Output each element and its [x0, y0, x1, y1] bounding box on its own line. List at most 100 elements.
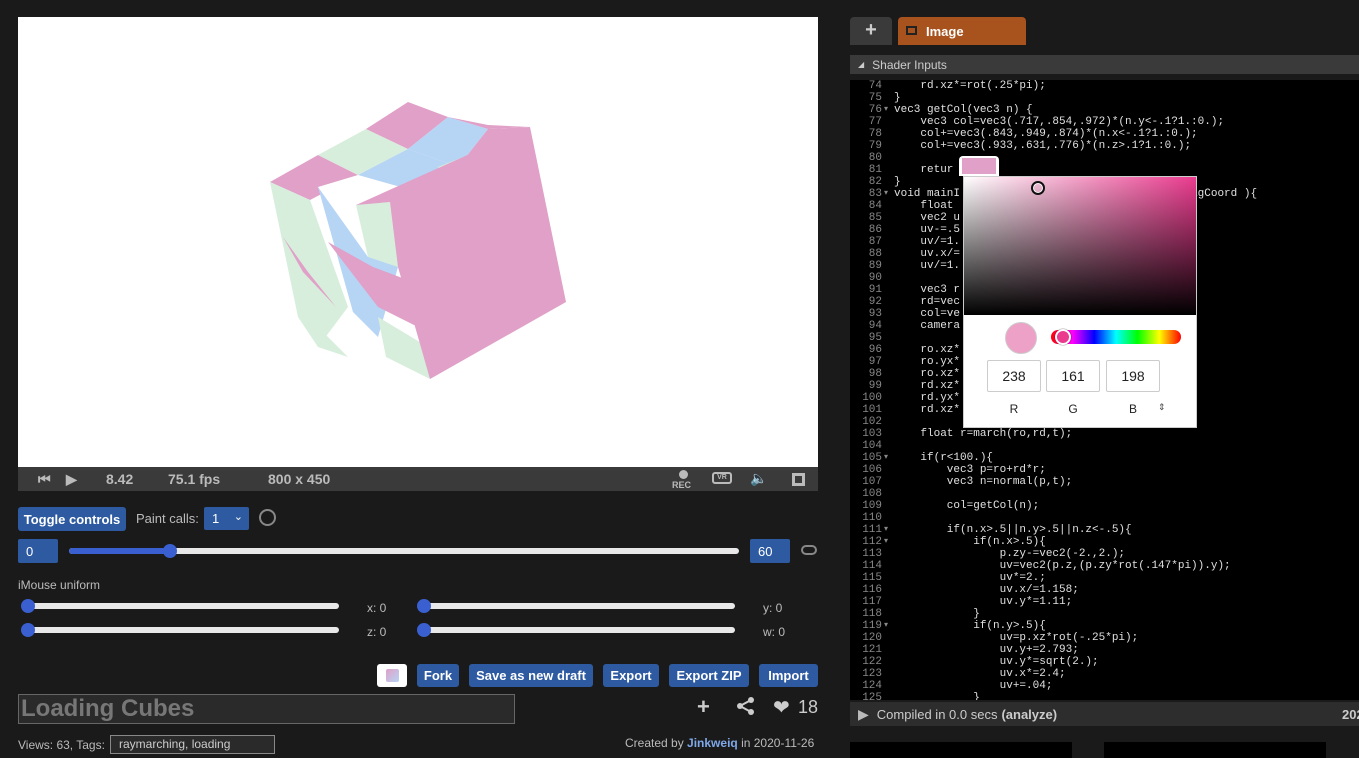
paint-calls-select[interactable]: 1 ⌄: [204, 507, 249, 530]
export-zip-button[interactable]: Export ZIP: [669, 664, 749, 687]
share-icon[interactable]: [736, 696, 756, 716]
record-button[interactable]: REC: [672, 469, 692, 490]
play-icon[interactable]: ▶: [66, 471, 77, 488]
code-line[interactable]: 120 uv=p.xz*rot(-.25*pi);: [850, 632, 1359, 644]
fold-marker[interactable]: [884, 632, 894, 644]
fold-marker[interactable]: [884, 416, 894, 428]
mouse-z-thumb[interactable]: [21, 623, 35, 637]
fold-marker[interactable]: ▾: [884, 620, 894, 632]
fold-marker[interactable]: [884, 488, 894, 500]
code-line[interactable]: 74 rd.xz*=rot(.25*pi);: [850, 80, 1359, 92]
saturation-cursor[interactable]: [1031, 181, 1045, 195]
code-line[interactable]: 121 uv.y+=2.793;: [850, 644, 1359, 656]
fold-marker[interactable]: [884, 668, 894, 680]
mouse-w-slider[interactable]: [417, 623, 735, 637]
fold-marker[interactable]: [884, 356, 894, 368]
fold-marker[interactable]: ▾: [884, 536, 894, 548]
fork-button[interactable]: Fork: [417, 664, 459, 687]
author-link[interactable]: Jinkweiq: [687, 736, 738, 750]
code-line[interactable]: 105 ▾ if(r<100.){: [850, 452, 1359, 464]
blue-input[interactable]: 198: [1106, 360, 1160, 392]
shader-canvas[interactable]: [18, 17, 818, 467]
code-line[interactable]: 111 ▾ if(n.x>.5||n.y>.5||n.z<-.5){: [850, 524, 1359, 536]
fold-marker[interactable]: [884, 176, 894, 188]
tags-field[interactable]: raymarching, loading: [110, 735, 275, 754]
green-input[interactable]: 161: [1046, 360, 1100, 392]
shader-title-input[interactable]: Loading Cubes: [18, 694, 515, 724]
code-line[interactable]: 77 vec3 col=vec3(.717,.854,.972)*(n.y<-.…: [850, 116, 1359, 128]
fold-marker[interactable]: [884, 212, 894, 224]
fold-marker[interactable]: [884, 272, 894, 284]
fold-marker[interactable]: [884, 92, 894, 104]
code-line[interactable]: 109 col=getCol(n);: [850, 500, 1359, 512]
fold-marker[interactable]: [884, 116, 894, 128]
fold-marker[interactable]: ▾: [884, 188, 894, 200]
code-line[interactable]: 119 ▾ if(n.y>.5){: [850, 620, 1359, 632]
fold-marker[interactable]: [884, 164, 894, 176]
fold-marker[interactable]: [884, 560, 894, 572]
fold-marker[interactable]: [884, 608, 894, 620]
fold-marker[interactable]: [884, 692, 894, 700]
mouse-x-slider[interactable]: [21, 599, 339, 613]
code-line[interactable]: 117 uv.y*=1.11;: [850, 596, 1359, 608]
rewind-icon[interactable]: ⏮: [38, 471, 51, 488]
time-range-thumb[interactable]: [162, 544, 177, 558]
fold-marker[interactable]: [884, 260, 894, 272]
range-start-field[interactable]: 0: [18, 539, 58, 563]
heart-icon[interactable]: ❤: [773, 695, 790, 720]
code-line[interactable]: 125 }: [850, 692, 1359, 700]
fold-marker[interactable]: [884, 152, 894, 164]
mouse-w-thumb[interactable]: [417, 623, 431, 637]
fold-marker[interactable]: [884, 476, 894, 488]
stopwatch-icon[interactable]: [259, 509, 276, 526]
range-end-field[interactable]: 60: [750, 539, 790, 563]
mouse-z-slider[interactable]: [21, 623, 339, 637]
add-icon[interactable]: +: [697, 694, 710, 720]
add-tab-button[interactable]: +: [850, 17, 892, 45]
code-line[interactable]: 113 p.zy-=vec2(-2.,2.);: [850, 548, 1359, 560]
color-picker[interactable]: 238 161 198 R G B ⇕: [963, 176, 1197, 428]
code-line[interactable]: 114 uv=vec2(p.z,(p.zy*rot(.147*pi)).y);: [850, 560, 1359, 572]
fold-marker[interactable]: [884, 128, 894, 140]
save-draft-button[interactable]: Save as new draft: [469, 664, 593, 687]
fullscreen-icon[interactable]: [792, 473, 805, 486]
fold-marker[interactable]: ▾: [884, 524, 894, 536]
code-line[interactable]: 116 uv.x/=1.158;: [850, 584, 1359, 596]
code-line[interactable]: 108: [850, 488, 1359, 500]
fold-marker[interactable]: [884, 332, 894, 344]
code-line[interactable]: 79 col+=vec3(.933,.631,.776)*(n.z>.1?1.:…: [850, 140, 1359, 152]
mode-toggle-icon[interactable]: ⇕: [1158, 402, 1166, 413]
export-button[interactable]: Export: [603, 664, 659, 687]
code-line[interactable]: 122 uv.y*=sqrt(2.);: [850, 656, 1359, 668]
fold-marker[interactable]: [884, 284, 894, 296]
tab-image[interactable]: Image: [898, 17, 1026, 45]
fold-marker[interactable]: [884, 464, 894, 476]
code-line[interactable]: 103 float r=march(ro,rd,t);: [850, 428, 1359, 440]
fold-marker[interactable]: [884, 392, 894, 404]
code-line[interactable]: 118 }: [850, 608, 1359, 620]
code-line[interactable]: 75}: [850, 92, 1359, 104]
toggle-controls-button[interactable]: Toggle controls: [18, 507, 126, 531]
code-line[interactable]: 123 uv.x*=2.4;: [850, 668, 1359, 680]
thumbnail-button[interactable]: [377, 664, 407, 687]
code-line[interactable]: 76 ▾ vec3 getCol(vec3 n) {: [850, 104, 1359, 116]
fold-marker[interactable]: [884, 404, 894, 416]
run-icon[interactable]: ▶: [858, 706, 869, 723]
shader-inputs-header[interactable]: ◢ Shader Inputs: [850, 55, 1359, 74]
code-line[interactable]: 80: [850, 152, 1359, 164]
fold-marker[interactable]: [884, 428, 894, 440]
code-line[interactable]: 81 retur: [850, 164, 1359, 176]
fold-marker[interactable]: [884, 248, 894, 260]
hue-slider[interactable]: [1051, 329, 1181, 345]
fold-marker[interactable]: [884, 680, 894, 692]
mouse-x-thumb[interactable]: [21, 599, 35, 613]
mouse-y-slider[interactable]: [417, 599, 735, 613]
fold-marker[interactable]: [884, 512, 894, 524]
fold-marker[interactable]: [884, 500, 894, 512]
loop-icon[interactable]: [801, 545, 817, 555]
time-range-slider[interactable]: [69, 544, 739, 558]
fold-marker[interactable]: [884, 572, 894, 584]
fold-marker[interactable]: [884, 548, 894, 560]
code-line[interactable]: 112 ▾ if(n.x>.5){: [850, 536, 1359, 548]
fold-marker[interactable]: [884, 656, 894, 668]
